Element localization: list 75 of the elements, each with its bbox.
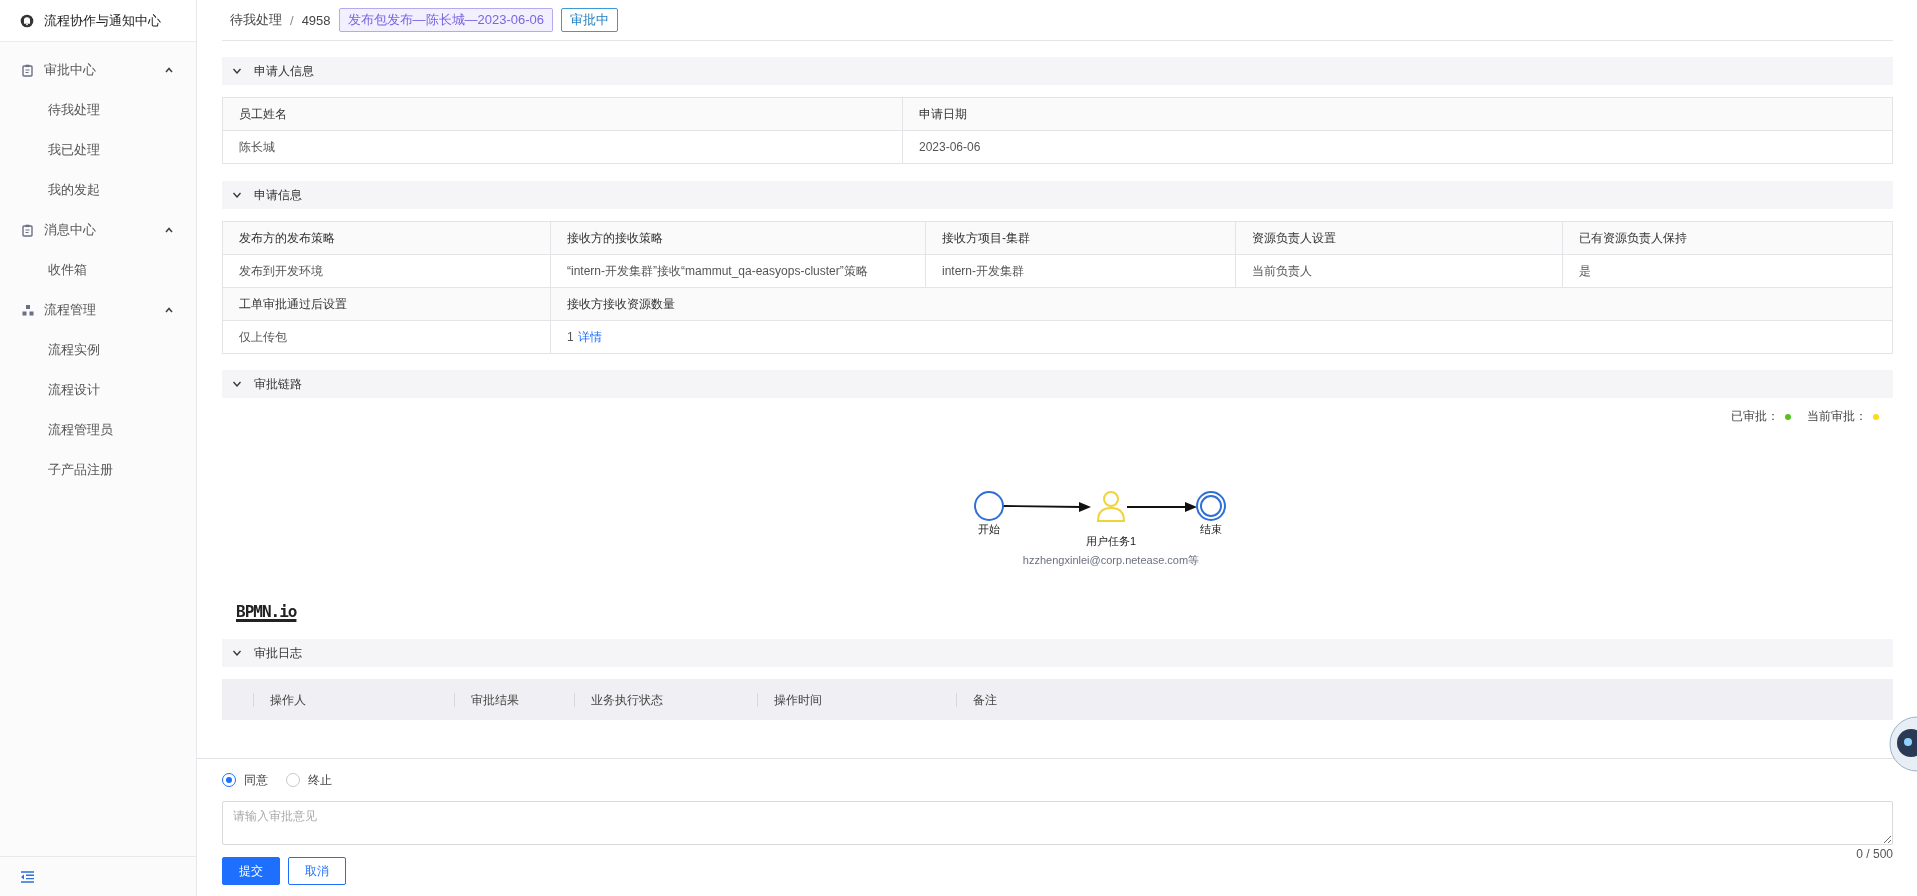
section-header[interactable]: 申请信息 [222,181,1893,209]
section-header[interactable]: 申请人信息 [222,57,1893,85]
app-title: 流程协作与通知中心 [44,11,161,30]
breadcrumb-item[interactable]: 待我处理 [230,11,282,29]
table-cell: 当前负责人 [1236,255,1563,288]
breadcrumb-separator: / [290,12,294,28]
bell-icon [20,13,34,28]
menu-item[interactable]: 收件箱 [0,250,196,290]
comment-field[interactable]: 请输入审批意见 [222,801,1893,845]
chevron-icon [232,190,242,200]
menu-item[interactable]: 子产品注册 [0,450,196,490]
chevron-icon [232,648,242,658]
table-header-cell: 发布方的发布策略 [223,222,551,255]
column-header: 操作人 [253,692,454,707]
status-tag: 审批中 [561,8,619,32]
chevron-icon [164,225,174,235]
radio-option[interactable]: 终止 [286,771,332,789]
column-header: 业务执行状态 [574,692,757,707]
menu-group[interactable]: 审批中心 [0,50,196,90]
end-event [1196,491,1226,521]
chevron-icon [232,66,242,76]
node-label: 结束 [1200,523,1222,535]
menu-group[interactable]: 流程管理 [0,290,196,330]
menu-item[interactable]: 待我处理 [0,90,196,130]
robot-icon[interactable] [1887,716,1917,772]
table-cell: 1 [567,330,574,344]
breadcrumb-item: 4958 [301,12,331,28]
table-cell: 2023-06-06 [903,131,1893,164]
radio-option[interactable]: 同意 [222,771,268,789]
user-icon [1097,491,1125,522]
title-tag: 发布包发布—陈长城—2023-06-06 [338,8,554,32]
assignee-text: hzzhengxinlei@corp.netease.com等 [1022,554,1200,566]
chevron-icon [164,305,174,315]
table-header-cell: 接收方接收资源数量 [551,288,1893,321]
chevron-icon [232,379,242,389]
column-header: 审批结果 [454,692,574,707]
table-header-cell: 接收方项目-集群 [926,222,1236,255]
table-header-cell: 接收方的接收策略 [551,222,926,255]
menu-item[interactable]: 我已处理 [0,130,196,170]
chevron-icon [164,65,174,75]
cancel-button[interactable]: 取消 [288,857,346,885]
menu-group[interactable]: 消息中心 [0,210,196,250]
table-header-cell: 已有资源负责人保持 [1563,222,1893,255]
table-cell: 陈长城 [223,131,903,164]
submit-button[interactable]: 提交 [222,857,280,885]
section-header[interactable]: 审批日志 [222,639,1893,667]
char-counter: 0 / 500 [1855,847,1893,861]
menu-item[interactable]: 流程实例 [0,330,196,370]
hierarchy-icon [22,304,34,316]
legend-item: 已审批： [1731,408,1791,425]
clipboard-icon [22,223,34,237]
legend-item: 当前审批： [1807,408,1879,425]
details-link[interactable]: 详情 [577,328,602,346]
table-header-cell: 资源负责人设置 [1236,222,1563,255]
flow-arrow [1126,502,1197,512]
clipboard-icon [22,63,34,77]
column-header: 操作时间 [757,692,956,707]
section-header[interactable]: 审批链路 [222,370,1893,398]
menu-item[interactable]: 流程设计 [0,370,196,410]
table-cell: 是 [1563,255,1893,288]
node-label: 开始 [978,523,1000,535]
table-cell: intern-开发集群 [926,255,1236,288]
table-cell: 仅上传包 [223,321,551,354]
column-header: 备注 [956,692,1893,707]
table-header-cell: 工单审批通过后设置 [223,288,551,321]
table-cell: “intern-开发集群”接收“mammut_qa-easyops-cluster”策略 [551,255,926,288]
table-cell: 发布到开发环境 [223,255,551,288]
menu-item[interactable]: 我的发起 [0,170,196,210]
collapse-icon[interactable] [20,870,35,883]
menu-item[interactable]: 流程管理员 [0,410,196,450]
start-event [974,491,1004,521]
table-header-cell: 申请日期 [903,98,1893,131]
bpmn-logo[interactable]: BPMN.io [236,602,297,621]
node-label: 用户任务1 [1085,535,1137,547]
table-header-cell: 员工姓名 [223,98,903,131]
